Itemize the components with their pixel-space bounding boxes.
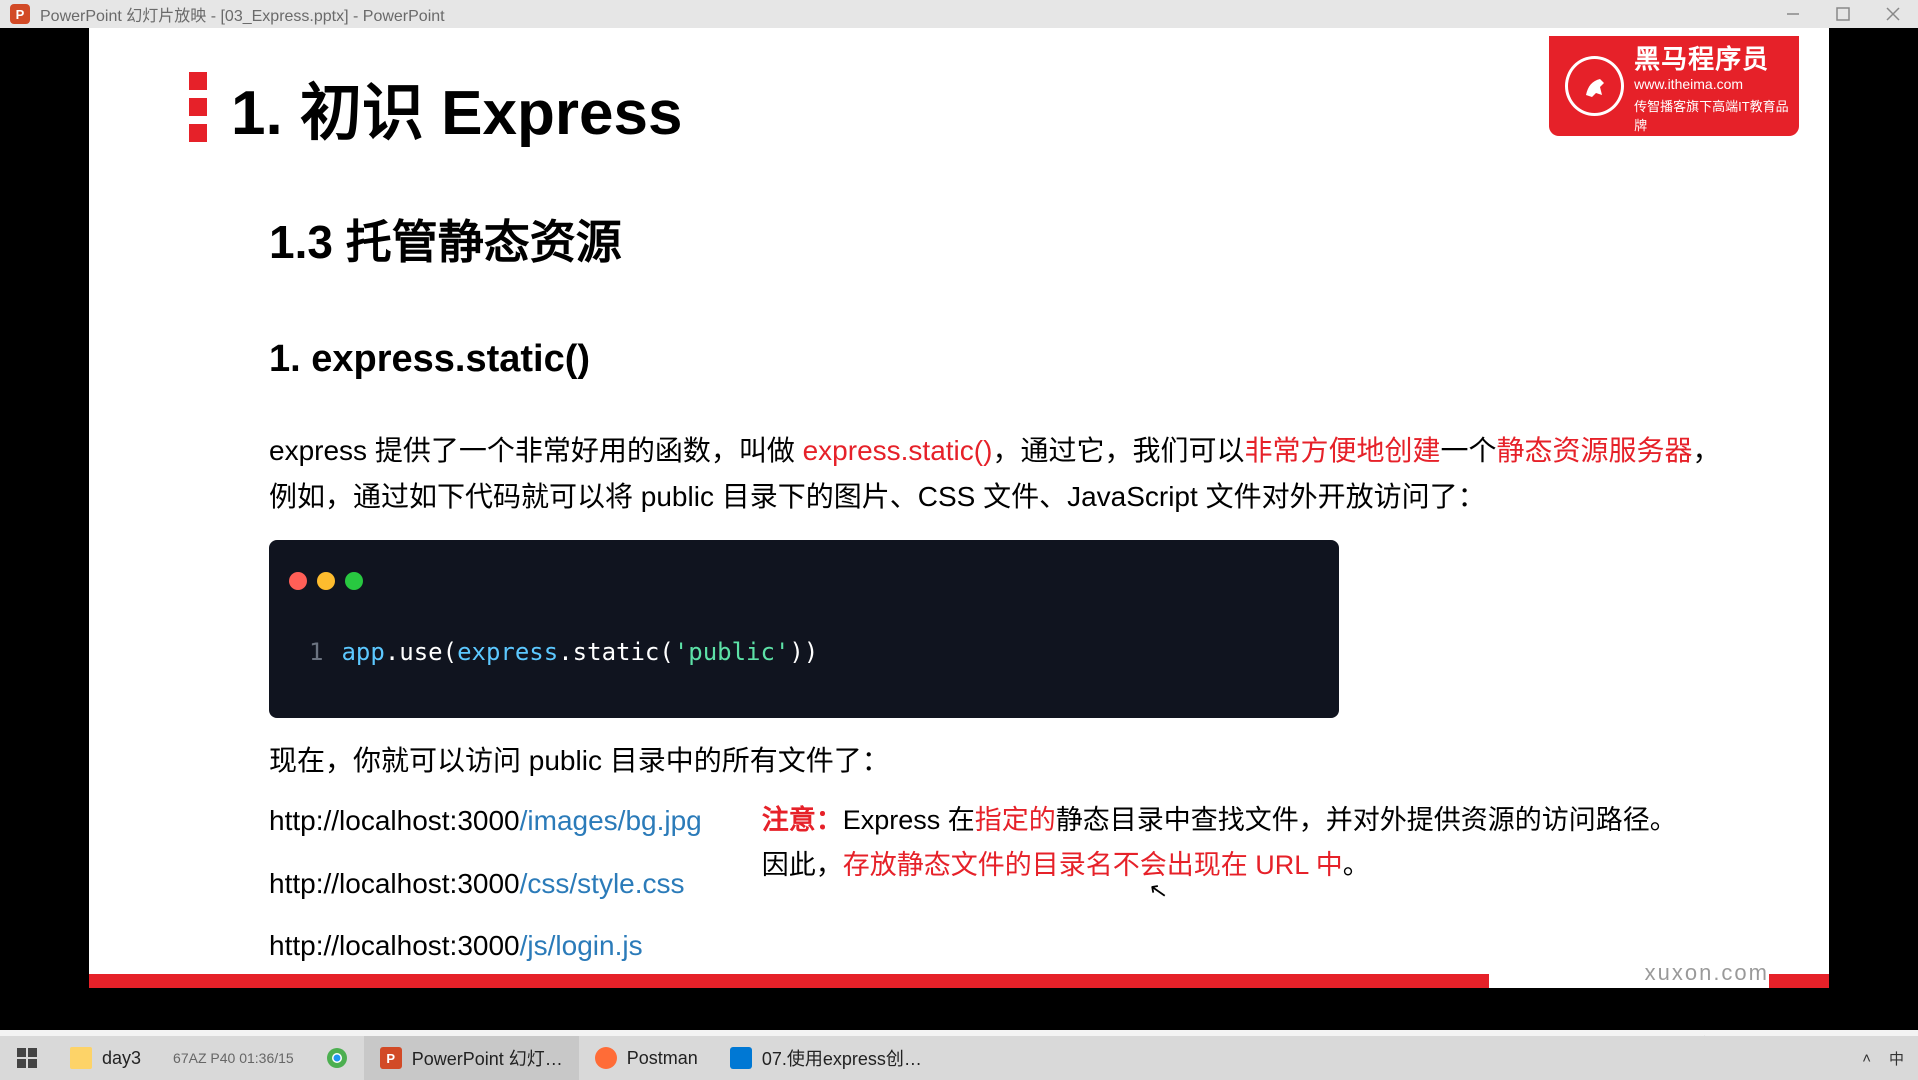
- tray-ime[interactable]: 中: [1889, 1048, 1904, 1069]
- paragraph-2: 例如，通过如下代码就可以将 public 目录下的图片、CSS 文件、JavaS…: [269, 474, 1729, 520]
- taskbar-powerpoint[interactable]: PPowerPoint 幻灯…: [364, 1036, 579, 1080]
- code-line: 1app.use(express.static('public')): [309, 633, 1319, 673]
- window-titlebar: P PowerPoint 幻灯片放映 - [03_Express.pptx] -…: [0, 0, 1918, 28]
- windows-icon: [16, 1047, 38, 1069]
- chrome-icon: [326, 1047, 348, 1069]
- powerpoint-app-icon: P: [380, 1047, 402, 1069]
- vscode-icon: [730, 1047, 752, 1069]
- postman-icon: [595, 1047, 617, 1069]
- subheading: 1.3 托管静态资源: [269, 206, 622, 272]
- taskbar-chrome[interactable]: [310, 1036, 364, 1080]
- slide-heading: 1. 初识 Express: [189, 62, 682, 152]
- taskbar-postman[interactable]: Postman: [579, 1036, 714, 1080]
- taskbar-vscode[interactable]: 07.使用express创…: [714, 1036, 938, 1080]
- close-button[interactable]: [1868, 0, 1918, 28]
- powerpoint-icon: P: [10, 4, 30, 24]
- slide-body: express 提供了一个非常好用的函数，叫做 express.static()…: [269, 428, 1729, 985]
- slide: 黑马程序员 www.itheima.com 传智播客旗下高端IT教育品牌 1. …: [89, 28, 1829, 988]
- maximize-button[interactable]: [1818, 0, 1868, 28]
- tray-chevron-up-icon[interactable]: ˄: [1862, 1050, 1871, 1067]
- example-url-3: http://localhost:3000/js/login.js: [269, 923, 702, 969]
- brand-name: 黑马程序员: [1634, 39, 1799, 76]
- section-heading: 1. express.static(): [269, 338, 590, 381]
- minimize-button[interactable]: [1768, 0, 1818, 28]
- note-label: 注意：: [762, 805, 843, 835]
- horse-icon: [1565, 56, 1624, 116]
- folder-icon: [70, 1047, 92, 1069]
- system-tray[interactable]: ˄ 中: [1862, 1048, 1918, 1069]
- brand-url: www.itheima.com: [1634, 76, 1799, 92]
- windows-taskbar[interactable]: day3 67AZ P40 01:36/15 PPowerPoint 幻灯… P…: [0, 1036, 1918, 1080]
- note-block: 注意：Express 在指定的静态目录中查找文件，并对外提供资源的访问路径。 因…: [762, 798, 1729, 887]
- paragraph-1: express 提供了一个非常好用的函数，叫做 express.static()…: [269, 428, 1729, 474]
- mac-window-dots-icon: [289, 558, 1319, 604]
- watermark: xuxon.com: [1645, 960, 1769, 986]
- example-url-1: http://localhost:3000/images/bg.jpg: [269, 798, 702, 844]
- example-url-2: http://localhost:3000/css/style.css: [269, 861, 702, 907]
- taskbar-folder[interactable]: day3: [54, 1036, 157, 1080]
- window-title: PowerPoint 幻灯片放映 - [03_Express.pptx] - P…: [40, 2, 445, 26]
- code-block: 1app.use(express.static('public')): [269, 540, 1339, 718]
- heading-text: 1. 初识 Express: [231, 62, 682, 152]
- start-button[interactable]: [0, 1036, 54, 1080]
- brand-slogan: 传智播客旗下高端IT教育品牌: [1634, 96, 1799, 134]
- taskbar-video-info: 67AZ P40 01:36/15: [157, 1036, 310, 1080]
- brand-logo: 黑马程序员 www.itheima.com 传智播客旗下高端IT教育品牌: [1549, 36, 1799, 136]
- heading-bullets-icon: [189, 72, 207, 142]
- slideshow-stage[interactable]: 黑马程序员 www.itheima.com 传智播客旗下高端IT教育品牌 1. …: [0, 28, 1918, 1030]
- paragraph-after: 现在，你就可以访问 public 目录中的所有文件了：: [269, 738, 1729, 784]
